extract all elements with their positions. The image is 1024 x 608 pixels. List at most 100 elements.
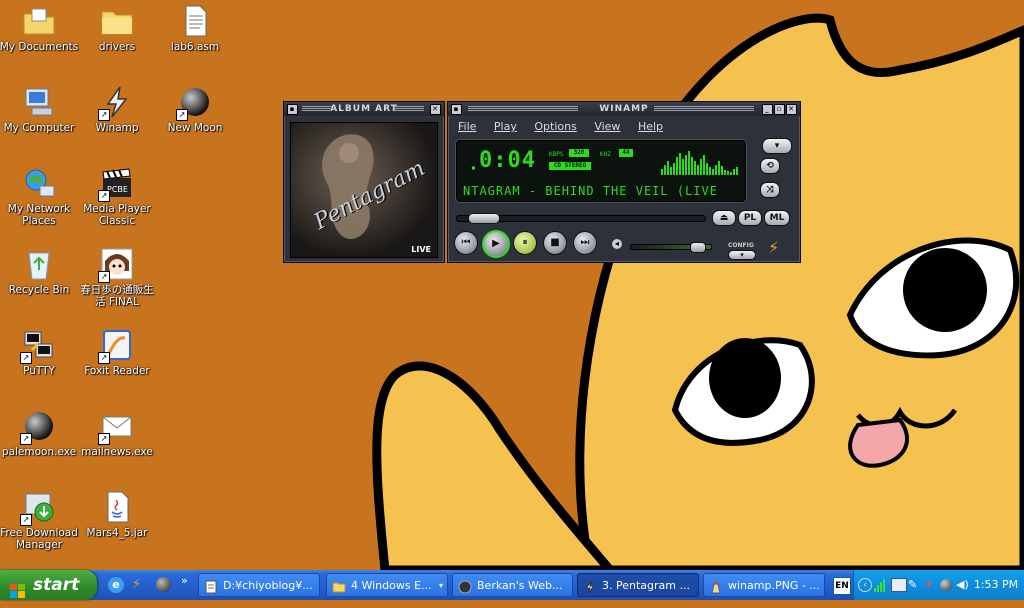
desktop-icon-my-computer[interactable]: My Computer: [0, 83, 79, 134]
winamp-menu-icon[interactable]: ▪: [451, 104, 462, 115]
seek-bar[interactable]: [456, 213, 706, 224]
winamp-title: WINAMP: [599, 104, 649, 114]
album-live-badge: LIVE: [411, 245, 431, 254]
volume-slider[interactable]: [630, 242, 712, 253]
taskbar-task-2[interactable]: 4 Windows E... ▾: [326, 573, 448, 597]
previous-button[interactable]: ⏮: [454, 231, 478, 255]
taskbar-task-5[interactable]: winamp.PNG - ...: [703, 573, 825, 597]
taskbar-task-4[interactable]: 3. Pentagram ...: [577, 573, 699, 597]
tray-app-icon[interactable]: ✎: [908, 578, 921, 591]
network-icon[interactable]: [891, 578, 907, 592]
desktop-icon-palemoon-exe[interactable]: ↗ palemoon.exe: [0, 407, 79, 458]
seek-bar-thumb[interactable]: [467, 213, 500, 224]
anime-face-icon: ↗: [98, 247, 134, 283]
spectrum-bar: [694, 161, 696, 175]
start-label: start: [33, 575, 80, 595]
spectrum-bar: [673, 163, 675, 175]
play-button[interactable]: ▶: [482, 230, 510, 258]
mail-icon: ↗: [98, 409, 134, 445]
taskbar-task-1[interactable]: D:¥chiyoblog¥...: [198, 573, 320, 597]
winamp-titlebar[interactable]: WINAMP ▪ _ ▫ ✕: [448, 102, 800, 116]
desktop-icon-my-network-places[interactable]: My Network Places: [0, 164, 79, 227]
desktop-icon-my-documents[interactable]: My Documents: [0, 2, 79, 53]
tray-expand-icon[interactable]: ‹: [858, 578, 872, 592]
elapsed-time[interactable]: 0:04: [479, 148, 536, 173]
winamp-lightning-icon[interactable]: ⚡: [768, 238, 779, 257]
album-art-menu-icon[interactable]: ▪: [287, 104, 298, 115]
spectrum-bar: [733, 169, 735, 175]
shade-icon[interactable]: ▫: [774, 104, 785, 115]
tray-moon-icon[interactable]: [940, 579, 952, 591]
menu-view[interactable]: View: [594, 120, 620, 133]
desktop-icon-free-download-manager[interactable]: ↗ Free Download Manager: [0, 488, 79, 551]
volume-slider-thumb[interactable]: [690, 242, 707, 253]
desktop-icon-recycle-bin[interactable]: Recycle Bin: [0, 245, 79, 296]
text-file-icon: [178, 4, 212, 38]
menu-help[interactable]: Help: [638, 120, 663, 133]
media-library-toggle-button[interactable]: ML: [764, 210, 790, 226]
desktop-icon-lab6-asm[interactable]: lab6.asm: [155, 2, 235, 53]
shuffle-button[interactable]: ⤨: [760, 182, 780, 198]
spectrum-bar: [676, 157, 678, 175]
svg-text:PCBE: PCBE: [107, 185, 128, 194]
menu-play[interactable]: Play: [494, 120, 517, 133]
eject-button[interactable]: ⏏: [712, 210, 736, 226]
task-group-chevron-icon[interactable]: ▾: [439, 574, 443, 596]
desktop-icon-label: Mars4_5.jar: [86, 527, 148, 539]
desktop-icon-final[interactable]: ↗ 春日歩の通販生活 FINAL: [77, 245, 157, 308]
quicklaunch-winamp-icon[interactable]: ⚡: [132, 577, 148, 593]
winamp-window[interactable]: WINAMP ▪ _ ▫ ✕ File Play Options View He…: [447, 101, 801, 263]
close-icon[interactable]: ✕: [786, 104, 797, 115]
menu-file[interactable]: File: [458, 120, 476, 133]
desktop-icon-drivers[interactable]: drivers: [77, 2, 157, 53]
spectrum-visualizer[interactable]: [661, 147, 739, 175]
album-art-titlebar[interactable]: ALBUM ART ✕ ▪: [284, 102, 444, 116]
desktop-icon-putty[interactable]: ↗ PuTTY: [0, 326, 79, 377]
kbps-label: KBPS: [549, 151, 564, 158]
spectrum-bar: [715, 165, 717, 175]
pause-button[interactable]: ⏸: [513, 231, 537, 255]
spectrum-bar: [682, 159, 684, 175]
quicklaunch-overflow-icon[interactable]: »: [181, 574, 188, 587]
volume-icon: ◂: [612, 239, 622, 249]
desktop-icon-foxit-reader[interactable]: ↗ Foxit Reader: [77, 326, 157, 377]
pdf-reader-icon: ↗: [98, 328, 134, 364]
album-art-close-icon[interactable]: ✕: [430, 104, 441, 115]
language-indicator[interactable]: EN: [833, 577, 851, 595]
config-button[interactable]: ▾: [728, 250, 756, 260]
menu-options[interactable]: Options: [534, 120, 576, 133]
shortcut-arrow-icon: ↗: [20, 514, 32, 526]
spectrum-bar: [670, 167, 672, 175]
minimize-icon[interactable]: _: [762, 104, 773, 115]
spectrum-bar: [703, 155, 705, 175]
desktop-icon-label: mailnews.exe: [81, 446, 153, 458]
quicklaunch-moon-icon[interactable]: [156, 577, 171, 592]
playlist-toggle-button[interactable]: PL: [738, 210, 762, 226]
shortcut-arrow-icon: ↗: [98, 433, 110, 445]
signal-strength-icon[interactable]: [874, 578, 888, 592]
stop-button[interactable]: ■: [543, 231, 567, 255]
desktop-icon-mars4-5-jar[interactable]: Mars4_5.jar: [77, 488, 157, 539]
quicklaunch-ie-icon[interactable]: e: [108, 577, 124, 593]
start-button[interactable]: start: [0, 570, 97, 600]
tray-security-icon[interactable]: ✦: [924, 578, 937, 591]
taskbar-task-label: winamp.PNG - ...: [728, 579, 820, 592]
shortcut-arrow-icon: ↗: [98, 271, 110, 283]
album-art-window[interactable]: ALBUM ART ✕ ▪ Pentagram LIVE: [283, 101, 445, 263]
volume-tray-icon[interactable]: ◀): [956, 578, 969, 591]
desktop-icon-new-moon[interactable]: ↗ New Moon: [155, 83, 235, 134]
desktop-icon-label: Winamp: [95, 122, 139, 134]
cat-tongue: [848, 417, 910, 468]
taskbar-task-label: Berkan's Web...: [477, 579, 563, 592]
song-title-marquee[interactable]: NTAGRAM - BEHIND THE VEIL (LIVE: [463, 184, 741, 198]
next-button[interactable]: ⏭: [573, 231, 597, 255]
desktop-icon-mailnews-exe[interactable]: ↗ mailnews.exe: [77, 407, 157, 458]
repeat-button[interactable]: ⟲: [760, 158, 780, 174]
desktop-icon-label: My Documents: [0, 41, 79, 53]
eject-dropdown-button[interactable]: ▾: [762, 138, 792, 154]
taskbar-task-3[interactable]: Berkan's Web...: [452, 573, 573, 597]
desktop-icon-winamp[interactable]: ↗ Winamp: [77, 83, 157, 134]
album-art-title: ALBUM ART: [330, 104, 398, 114]
taskbar-clock[interactable]: 1:53 PM: [970, 570, 1022, 600]
desktop-icon-media-player-classic[interactable]: PCBE ↗ Media Player Classic: [77, 164, 157, 227]
